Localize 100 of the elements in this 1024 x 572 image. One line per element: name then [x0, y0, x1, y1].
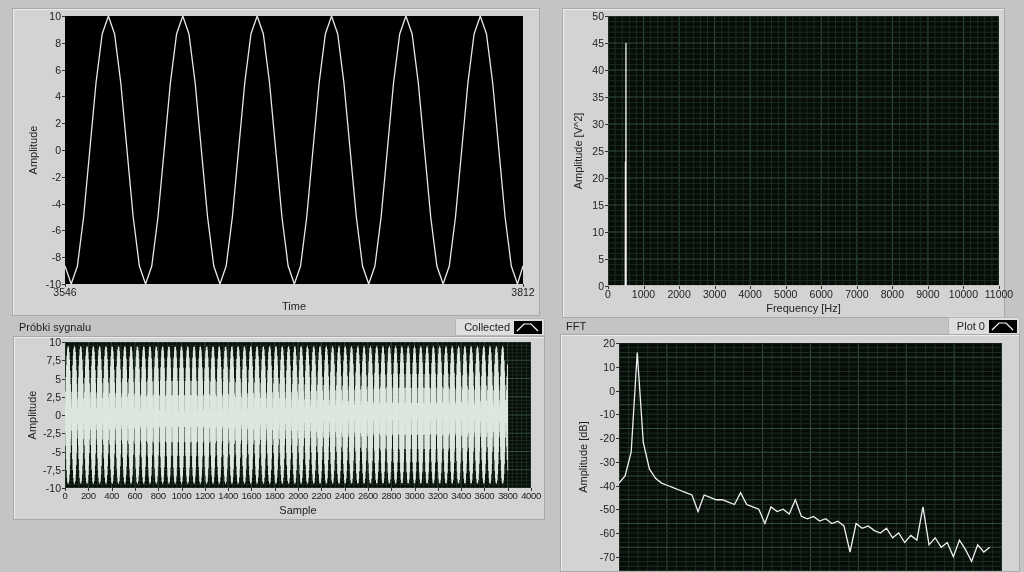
tick-mark — [62, 257, 65, 259]
tick-mark — [62, 415, 65, 416]
legend-label: Plot 0 — [956, 320, 985, 332]
axis-tick-label: 20 — [603, 337, 615, 349]
tick-mark — [461, 488, 463, 491]
tick-mark — [616, 414, 619, 416]
tick-mark — [531, 488, 532, 491]
axis-tick-label: -2 — [51, 171, 61, 183]
tick-mark — [62, 203, 65, 205]
axis-tick-label: -60 — [599, 527, 615, 539]
tick-mark — [616, 533, 619, 534]
tick-mark — [605, 43, 608, 44]
axis-tick-label: 7000 — [845, 289, 869, 300]
tick-mark — [62, 96, 65, 98]
axis-title: Amplitude [V^2] — [572, 112, 584, 190]
tick-mark — [344, 488, 346, 491]
tick-mark — [62, 230, 65, 232]
axis-tick-label: 4000 — [521, 491, 541, 501]
axis-title: Amplitude [dB] — [577, 421, 589, 493]
legend-label: Collected — [464, 321, 510, 333]
tick-mark — [158, 488, 160, 491]
axis-tick-label: 25 — [592, 145, 604, 157]
tick-mark — [616, 366, 619, 368]
axis-tick-label: -2,5 — [42, 428, 61, 439]
axis-title: Time — [281, 299, 306, 313]
axis-tick-label: 8000 — [880, 289, 905, 300]
tick-mark — [62, 150, 65, 151]
tick-mark — [785, 286, 787, 289]
tick-mark — [204, 488, 206, 491]
plot-legend[interactable]: Collected — [455, 318, 545, 336]
axis-tick-label: 45 — [592, 37, 604, 49]
axis-tick-label: 4000 — [738, 289, 762, 300]
plot-legend[interactable]: Plot 0 — [947, 317, 1020, 335]
tick-mark — [821, 286, 823, 289]
tick-mark — [391, 488, 393, 491]
tick-mark — [62, 433, 65, 435]
tick-mark — [856, 286, 858, 289]
axis-tick-label: 2000 — [667, 289, 691, 300]
axis-tick-label: 10 — [49, 10, 61, 22]
axis-tick-label: 3000 — [702, 289, 727, 300]
tick-mark — [605, 124, 608, 125]
tick-mark — [616, 485, 619, 487]
tick-mark — [62, 16, 65, 17]
axis-tick-label: 3600 — [474, 491, 495, 501]
axis-tick-label: 0 — [62, 491, 68, 501]
tick-mark — [523, 284, 524, 287]
tick-mark — [605, 259, 608, 260]
axis-title: Amplitude — [27, 125, 39, 175]
axis-tick-label: 2,5 — [46, 391, 61, 402]
axis-tick-label: 0 — [598, 280, 604, 292]
tick-mark — [437, 488, 439, 491]
axis-tick-label: 6000 — [809, 289, 833, 300]
axis-tick-label: 10 — [49, 336, 61, 348]
axis-tick-label: 8 — [55, 37, 61, 49]
line-style-icon — [514, 320, 542, 334]
tick-mark — [367, 488, 369, 491]
axis-tick-label: -8 — [51, 251, 61, 263]
axis-tick-label: 2200 — [311, 491, 332, 501]
tick-mark — [62, 396, 65, 398]
axis-title: Frequency [Hz] — [766, 301, 841, 315]
axis-tick-label: 10 — [603, 361, 615, 372]
axis-tick-label: -30 — [599, 456, 615, 467]
axis-tick-label: 7,5 — [46, 355, 61, 366]
axis-tick-label: -6 — [51, 225, 61, 236]
tick-mark — [714, 286, 716, 289]
tick-mark — [605, 16, 608, 17]
tick-mark — [605, 232, 608, 233]
tick-mark — [892, 286, 894, 289]
axis-tick-label: 2400 — [334, 491, 355, 501]
axis-tick-label: -4 — [51, 198, 61, 209]
tick-mark — [62, 123, 65, 125]
axis-tick-label: -40 — [599, 480, 615, 491]
axis-tick-label: 0 — [55, 409, 61, 421]
tick-mark — [134, 488, 136, 491]
tick-mark — [251, 488, 253, 491]
axis-tick-label: 5 — [55, 373, 61, 384]
axis-tick-label: 0 — [605, 289, 611, 300]
axis-tick-label: -7,5 — [42, 464, 61, 475]
tick-mark — [111, 488, 113, 491]
axis-tick-label: 3000 — [404, 491, 425, 501]
axis-tick-label: -5 — [51, 446, 61, 457]
tick-mark — [963, 286, 965, 289]
axis-tick-label: -20 — [599, 432, 615, 444]
axis-tick-label: 10000 — [948, 289, 979, 300]
line-style-icon — [989, 319, 1017, 333]
axis-tick-label: 3400 — [451, 491, 471, 501]
axis-tick-label: -50 — [599, 504, 615, 515]
tick-mark — [414, 488, 416, 491]
axis-tick-label: 800 — [150, 491, 166, 501]
axis-tick-label: 1800 — [264, 491, 285, 501]
axis-tick-label: 1400 — [218, 491, 238, 501]
tick-mark — [750, 286, 752, 289]
tick-mark — [321, 488, 323, 491]
tick-mark — [62, 469, 65, 471]
axis-tick-label: 3812 — [511, 287, 535, 298]
tick-mark — [927, 286, 929, 289]
axis-tick-label: 50 — [592, 10, 604, 22]
tick-mark — [62, 176, 65, 178]
axis-tick-label: 3200 — [428, 491, 448, 501]
axis-tick-label: 1200 — [195, 491, 215, 501]
